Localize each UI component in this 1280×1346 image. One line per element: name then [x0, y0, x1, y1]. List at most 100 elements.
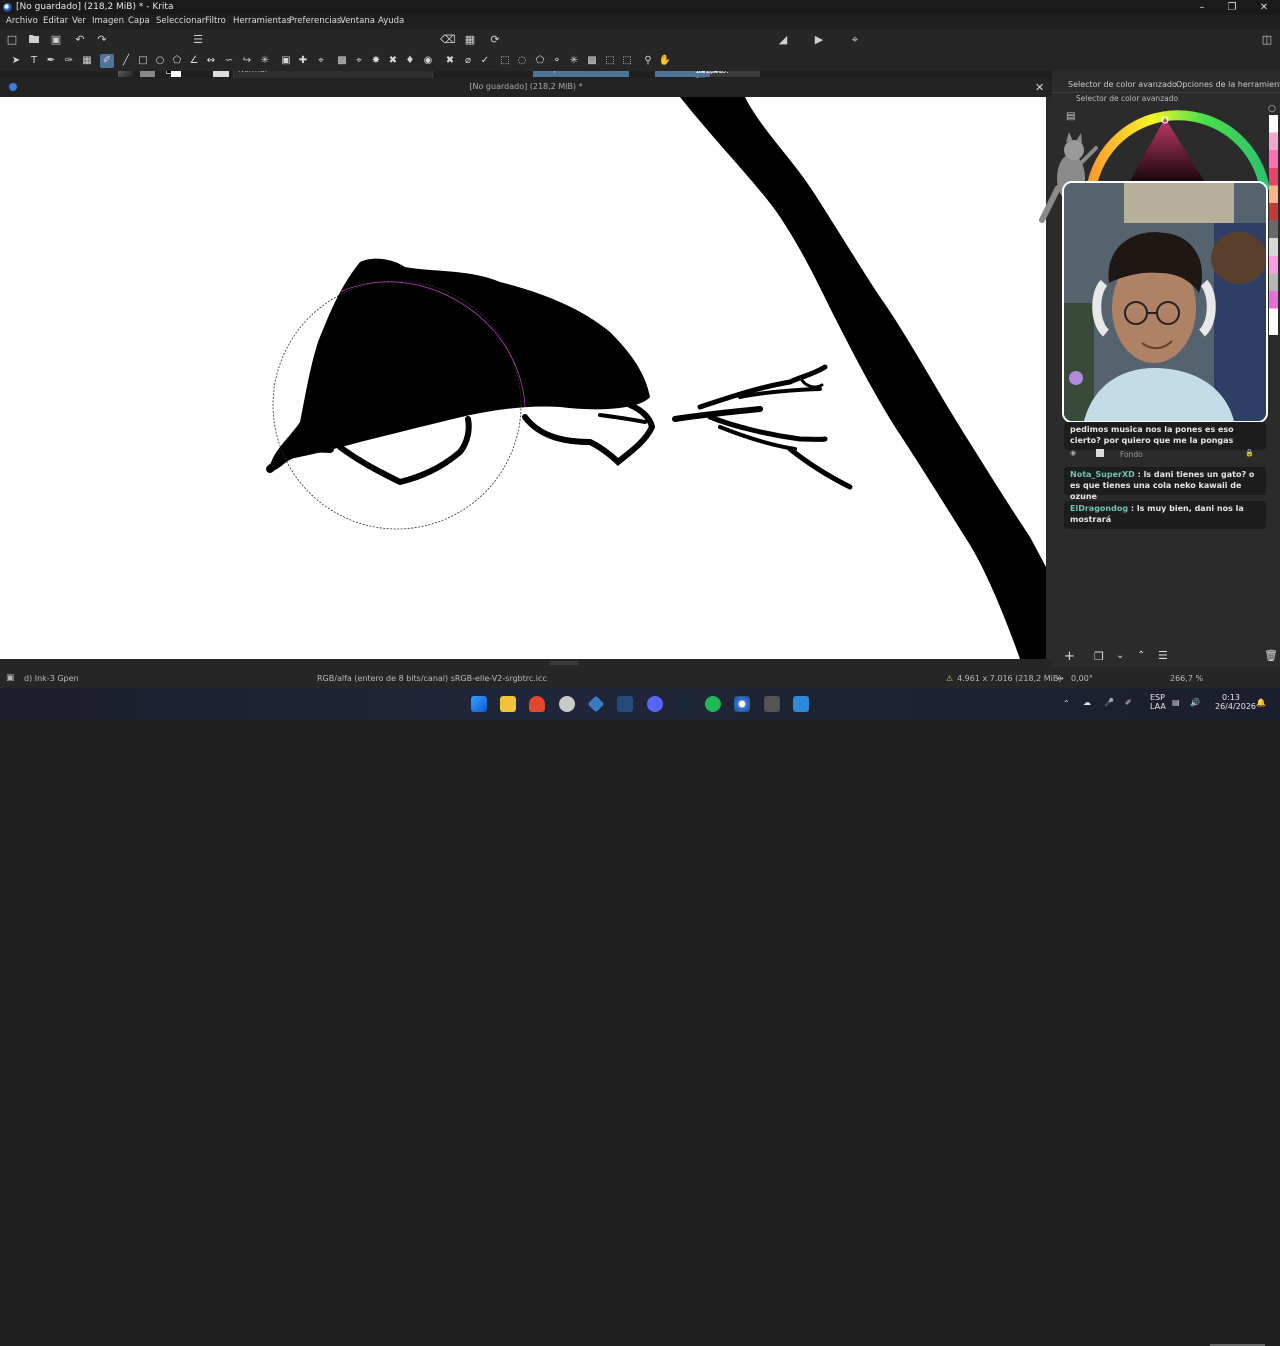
layer-properties-icon[interactable]: ☰ [1158, 649, 1168, 662]
multibrush-icon[interactable]: ✳ [258, 54, 272, 68]
volume-icon[interactable]: 🔊 [1190, 698, 1200, 707]
network-icon[interactable]: ▤ [1172, 698, 1180, 707]
minimize-icon[interactable]: – [1185, 0, 1219, 15]
alpha-lock-icon[interactable]: ▦ [463, 33, 477, 47]
freehand-select-icon[interactable]: ⚬ [550, 54, 564, 68]
move-tool-icon[interactable]: ✚ [296, 54, 310, 68]
code-editor-icon[interactable] [617, 696, 633, 712]
fill-tool-icon[interactable]: ♦ [403, 54, 417, 68]
zoom-value[interactable]: 266,7 % [1170, 674, 1203, 683]
zoom-tool-icon[interactable]: ⚲ [641, 54, 655, 68]
freehand-brush-icon[interactable]: ✐ [100, 54, 114, 68]
move-layer-down-icon[interactable]: ⌄ [1116, 650, 1124, 661]
ellipse-select-icon[interactable]: ◌ [515, 54, 529, 68]
file-explorer-icon[interactable] [500, 696, 516, 712]
app-icon[interactable] [587, 695, 605, 713]
line-tool-icon[interactable]: ╱ [119, 54, 133, 68]
color-picker-icon[interactable]: ⌖ [352, 54, 366, 68]
bezier-select-icon[interactable]: ⬚ [603, 54, 617, 68]
panel-toggle-icon[interactable]: ◫ [1260, 33, 1274, 47]
magnetic-select-icon[interactable]: ⬚ [620, 54, 634, 68]
perspective-grid-icon[interactable]: ✖ [443, 54, 457, 68]
menu-imagen[interactable]: Imagen [92, 16, 124, 26]
close-document-icon[interactable]: ✕ [1035, 81, 1044, 94]
menu-filtro[interactable]: Filtro [205, 16, 226, 26]
eraser-icon[interactable]: ⌫ [440, 33, 456, 47]
text-tool-icon[interactable]: T [27, 54, 41, 68]
chrome-icon[interactable] [559, 696, 575, 712]
mirror-horizontal-icon[interactable]: ◢ [776, 33, 790, 47]
pattern-edit-icon[interactable]: ▦ [80, 54, 94, 68]
calligraphy-icon[interactable]: ✑ [62, 54, 76, 68]
menu-ventana[interactable]: Ventana [340, 16, 375, 26]
layer-row[interactable]: ◉ Fondo 🔒 [1070, 449, 1254, 459]
duplicate-layer-icon[interactable]: ❐ [1094, 650, 1104, 663]
document-tab-title[interactable]: [No guardado] (218,2 MiB) * [0, 82, 1052, 91]
move-layer-up-icon[interactable]: ⌃ [1137, 650, 1145, 661]
polygon-tool-icon[interactable]: ⬠ [170, 54, 184, 68]
menu-editar[interactable]: Editar [43, 16, 68, 26]
reference-tool-icon[interactable]: ⌀ [461, 54, 475, 68]
pen-icon[interactable]: ✐ [1125, 698, 1132, 707]
menu-ver[interactable]: Ver [72, 16, 86, 26]
app-icon-2[interactable] [764, 696, 780, 712]
steam-icon[interactable] [676, 696, 692, 712]
measure-tool-icon[interactable]: ✓ [478, 54, 492, 68]
ellipse-tool-icon[interactable]: ○ [153, 54, 167, 68]
smart-patch-icon[interactable]: ✸ [369, 54, 383, 68]
rectangle-tool-icon[interactable]: □ [136, 54, 150, 68]
open-folder-icon[interactable]: 🖿 [27, 33, 41, 47]
discord-icon[interactable] [647, 696, 663, 712]
current-brush[interactable]: d) Ink-3 Gpen [24, 674, 79, 683]
tab-color-selector[interactable]: Selector de color avanzado [1068, 80, 1177, 89]
menu-seleccionar[interactable]: Seleccionar [156, 16, 205, 26]
menu-ayuda[interactable]: Ayuda [378, 16, 404, 26]
palette-settings-icon[interactable]: ○ [1268, 104, 1276, 114]
spotify-icon[interactable] [705, 696, 721, 712]
contiguous-select-icon[interactable]: ✳ [567, 54, 581, 68]
menu-preferencias[interactable]: Preferencias [289, 16, 341, 26]
gradient-tool-icon[interactable]: ▩ [335, 54, 349, 68]
color-palette-strip[interactable] [1269, 115, 1278, 335]
redo-icon[interactable]: ↷ [95, 33, 109, 47]
undo-icon[interactable]: ↶ [73, 33, 87, 47]
select-shapes-icon[interactable]: ➤ [9, 54, 23, 68]
settings-list-icon[interactable]: ▤ [1066, 111, 1075, 122]
language-indicator[interactable]: ESP LAA [1150, 693, 1166, 711]
microphone-icon[interactable]: 🎤 [1104, 698, 1114, 707]
delete-layer-icon[interactable]: 🗑 [1264, 649, 1278, 662]
app-icon-3[interactable] [793, 696, 809, 712]
similar-select-icon[interactable]: ▩ [585, 54, 599, 68]
menu-herramientas[interactable]: Herramientas [233, 16, 291, 26]
tray-app-icon[interactable]: ☁ [1083, 698, 1091, 707]
brush-presets-icon[interactable]: ☰ [191, 33, 205, 47]
polygon-select-icon[interactable]: ⬠ [533, 54, 547, 68]
crop-tool-icon[interactable]: ⌖ [314, 54, 328, 68]
freehand-path-icon[interactable]: ∽ [222, 54, 236, 68]
reload-preset-icon[interactable]: ⟳ [488, 33, 502, 47]
edit-shapes-icon[interactable]: ✒ [44, 54, 58, 68]
menu-capa[interactable]: Capa [128, 16, 150, 26]
scroll-thumb[interactable] [550, 661, 578, 665]
tray-chevron-icon[interactable]: ⌃ [1063, 699, 1070, 708]
bezier-tool-icon[interactable]: ↭ [204, 54, 218, 68]
pan-tool-icon[interactable]: ✋ [658, 54, 672, 68]
color-space[interactable]: RGB/alfa (entero de 8 bits/canal) sRGB-e… [317, 674, 547, 683]
restore-icon[interactable]: ❐ [1215, 0, 1249, 15]
assistant-tool-icon[interactable]: ✖ [386, 54, 400, 68]
add-layer-icon[interactable]: + [1064, 649, 1075, 664]
notifications-icon[interactable]: 🔔 [1256, 698, 1266, 707]
mirror-vertical-icon[interactable]: ▶ [812, 33, 826, 47]
eye-icon[interactable]: ◉ [1070, 449, 1076, 457]
enclose-fill-icon[interactable]: ◉ [421, 54, 435, 68]
start-icon[interactable] [471, 696, 487, 712]
brave-icon[interactable] [529, 696, 545, 712]
rotation-value[interactable]: 0,00° [1071, 674, 1093, 683]
rect-select-icon[interactable]: ⬚ [498, 54, 512, 68]
wrap-icon[interactable]: ⌖ [848, 33, 862, 47]
dynamic-brush-icon[interactable]: ↪ [240, 54, 254, 68]
close-icon[interactable]: ✕ [1247, 0, 1280, 15]
horizontal-scrollbar[interactable] [0, 659, 1052, 667]
color-wheel[interactable] [1085, 100, 1270, 190]
lock-icon[interactable]: 🔒 [1245, 449, 1254, 457]
